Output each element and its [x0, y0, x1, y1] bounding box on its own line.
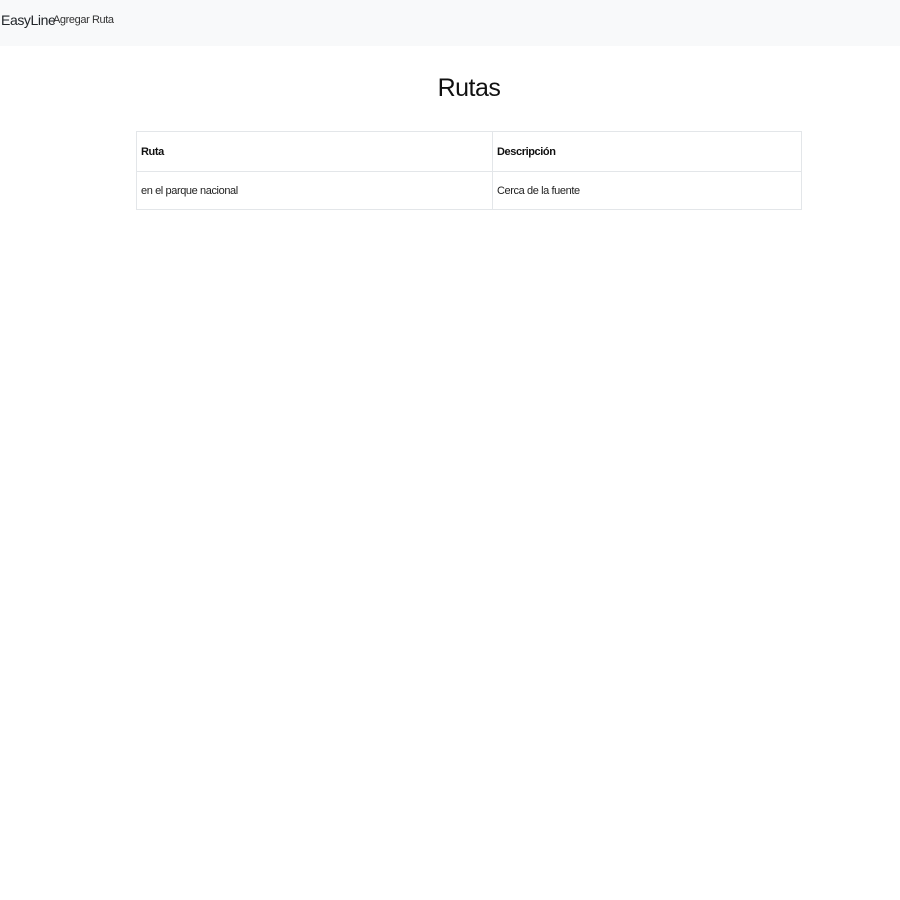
- table-body: en el parque nacional Cerca de la fuente: [136, 171, 802, 210]
- navbar: EasyLine Agregar Ruta: [0, 0, 900, 46]
- table-cell-ruta: en el parque nacional: [136, 171, 493, 210]
- table-header-row: Ruta Descripción: [136, 131, 802, 172]
- brand-link[interactable]: EasyLine: [1, 12, 56, 28]
- table-header: Ruta Descripción: [136, 131, 802, 172]
- column-header-ruta: Ruta: [136, 131, 493, 172]
- page-title: Rutas: [437, 74, 501, 102]
- column-header-descripcion: Descripción: [492, 131, 802, 172]
- table-cell-descripcion: Cerca de la fuente: [492, 171, 802, 210]
- routes-table: Ruta Descripción en el parque nacional C…: [136, 131, 802, 210]
- nav-link-agregar-ruta[interactable]: Agregar Ruta: [53, 14, 114, 26]
- table-row: en el parque nacional Cerca de la fuente: [136, 171, 802, 210]
